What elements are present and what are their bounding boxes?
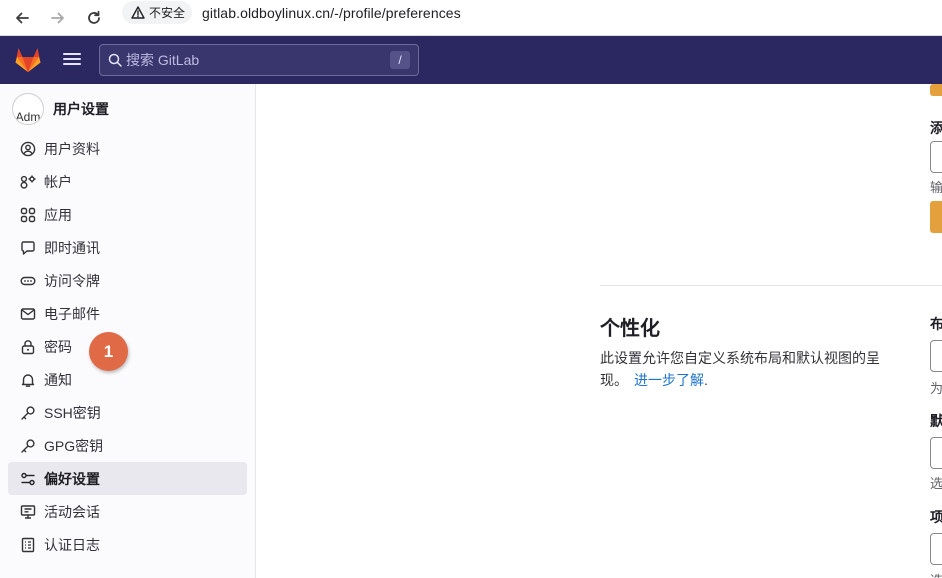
sidebar-item-label: 电子邮件	[44, 305, 100, 322]
save-button-top[interactable]	[930, 84, 942, 96]
sidebar-item-gpg-keys[interactable]: GPG密钥	[8, 429, 247, 462]
main-content: 添 输 个性化 此设置允许您自定义系统布局和默认视图的呈现。 进一步了解. 布 为…	[257, 84, 942, 578]
account-gear-icon	[19, 173, 37, 191]
url-text[interactable]: gitlab.oldboylinux.cn/-/profile/preferen…	[202, 5, 461, 21]
sidebar-item-profile[interactable]: 用户资料	[8, 132, 247, 165]
learn-more-link[interactable]: 进一步了解	[634, 372, 704, 388]
layout-field-label: 布	[930, 316, 942, 332]
warning-triangle-icon	[131, 6, 145, 19]
sidebar-item-label: 偏好设置	[44, 470, 100, 487]
sidebar-item-label: 即时通讯	[44, 239, 100, 256]
sidebar-item-notifications[interactable]: 通知	[8, 363, 247, 396]
log-icon	[19, 536, 37, 554]
arrow-left-icon	[16, 12, 29, 24]
sidebar-item-label: 用户资料	[44, 140, 100, 157]
default-view-help: 选	[930, 476, 942, 491]
arrow-right-icon	[51, 12, 64, 24]
applications-icon	[19, 206, 37, 224]
token-icon	[19, 272, 37, 290]
settings-sidebar: Adm 用户设置 用户资料 帐户 应用 即时通讯 访问令牌 电子邮件 密码 通知…	[0, 84, 256, 578]
chat-icon	[19, 239, 37, 257]
avatar: Adm	[12, 93, 44, 125]
sidebar-item-preferences[interactable]: 偏好设置	[8, 462, 247, 495]
security-indicator[interactable]: 不安全	[122, 1, 193, 24]
key-icon	[19, 404, 37, 422]
project-view-help: 选	[930, 570, 942, 578]
preferences-icon	[19, 470, 37, 488]
gitlab-logo[interactable]	[14, 46, 42, 78]
sidebar-item-emails[interactable]: 电子邮件	[8, 297, 247, 330]
search-placeholder: 搜索 GitLab	[126, 52, 200, 68]
forward-button[interactable]	[44, 4, 72, 32]
sidebar-item-label: 应用	[44, 206, 72, 223]
avatar-alt-text: Adm	[15, 110, 41, 124]
sidebar-item-active-sessions[interactable]: 活动会话	[8, 495, 247, 528]
sidebar-item-account[interactable]: 帐户	[8, 165, 247, 198]
key-icon	[19, 437, 37, 455]
text-field[interactable]	[930, 141, 942, 173]
section-description: 此设置允许您自定义系统布局和默认视图的呈现。 进一步了解.	[600, 347, 890, 391]
gitlab-tanuki-icon	[15, 48, 41, 72]
address-bar[interactable]: 不安全 gitlab.oldboylinux.cn/-/profile/pref…	[118, 0, 942, 25]
reload-icon	[88, 10, 100, 24]
sidebar-item-label: 帐户	[44, 173, 72, 190]
section-divider	[600, 285, 942, 286]
reload-button[interactable]	[80, 4, 108, 32]
sidebar-title: 用户设置	[53, 101, 109, 117]
field-label-cut: 添	[930, 120, 942, 136]
lock-icon	[19, 338, 37, 356]
bell-icon	[19, 371, 37, 389]
sidebar-item-label: 通知	[44, 371, 72, 388]
sidebar-item-auth-log[interactable]: 认证日志	[8, 528, 247, 561]
gitlab-navbar: 搜索 GitLab /	[0, 36, 942, 84]
back-button[interactable]	[8, 4, 36, 32]
sidebar-item-label: 活动会话	[44, 503, 100, 520]
user-circle-icon	[19, 140, 37, 158]
sidebar-item-access-tokens[interactable]: 访问令牌	[8, 264, 247, 297]
submit-button[interactable]	[930, 201, 942, 233]
default-view-select[interactable]	[930, 437, 942, 469]
sidebar-item-label: 密码	[44, 338, 72, 355]
trailing-period: .	[704, 372, 708, 388]
security-label: 不安全	[149, 6, 186, 20]
sidebar-item-applications[interactable]: 应用	[8, 198, 247, 231]
project-view-label: 项	[930, 509, 942, 525]
section-title: 个性化	[600, 318, 660, 340]
field-help-cut: 输	[930, 180, 942, 195]
monitor-icon	[19, 503, 37, 521]
sidebar-item-label: 认证日志	[44, 536, 100, 553]
layout-select[interactable]	[930, 340, 942, 372]
search-shortcut-hint: /	[390, 51, 410, 69]
sidebar-item-chat[interactable]: 即时通讯	[8, 231, 247, 264]
sidebar-item-ssh-keys[interactable]: SSH密钥	[8, 396, 247, 429]
step-marker: 1	[89, 332, 128, 371]
mail-icon	[19, 305, 37, 323]
browser-toolbar: 不安全 gitlab.oldboylinux.cn/-/profile/pref…	[0, 0, 942, 36]
sidebar-item-label: GPG密钥	[44, 437, 104, 454]
sidebar-item-label: 访问令牌	[44, 272, 100, 289]
default-view-label: 默	[930, 413, 942, 429]
project-view-select[interactable]	[930, 533, 942, 565]
sidebar-item-label: SSH密钥	[44, 404, 101, 421]
search-input[interactable]: 搜索 GitLab /	[99, 44, 419, 76]
menu-toggle-button[interactable]	[62, 50, 82, 70]
search-icon	[108, 53, 122, 67]
layout-help-text: 为	[930, 381, 942, 396]
sidebar-header[interactable]: Adm 用户设置	[12, 92, 109, 126]
